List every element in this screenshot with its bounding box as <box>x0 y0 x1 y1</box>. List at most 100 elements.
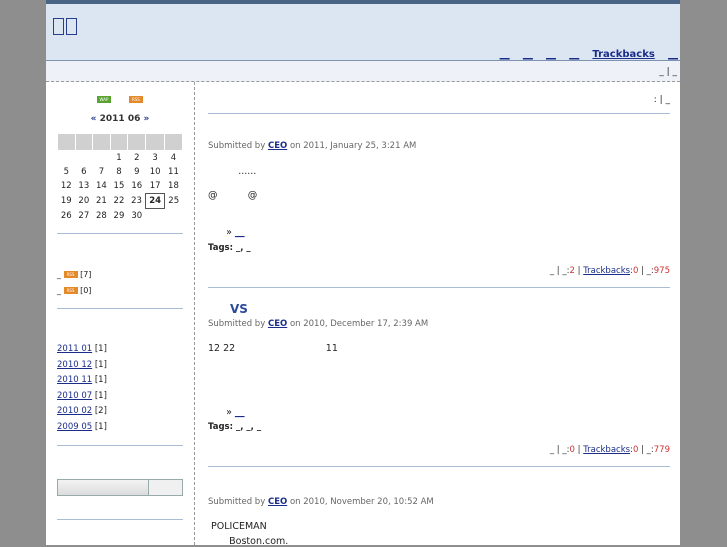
wap-badge[interactable]: WAP <box>97 96 111 103</box>
calendar-empty <box>93 151 111 166</box>
calendar-next[interactable]: » <box>144 114 150 124</box>
post-author-link[interactable]: CEO <box>268 141 287 151</box>
post-divider <box>208 287 670 288</box>
category-count: [0] <box>80 286 92 295</box>
category-item[interactable]: _ RSS [0] <box>57 286 91 295</box>
archive-count: [1] <box>92 344 107 354</box>
category-label[interactable]: _ <box>57 286 61 295</box>
category-item[interactable]: _ RSS [7] <box>57 270 91 279</box>
post-divider <box>208 113 670 114</box>
nav-link-2[interactable]: __ <box>523 49 533 60</box>
nav-link-6[interactable]: __ <box>668 49 678 60</box>
calendar-day[interactable]: 22 <box>110 194 128 209</box>
calendar-week: 1234 <box>58 151 183 166</box>
calendar-day[interactable]: 6 <box>75 165 93 179</box>
calendar-prev[interactable]: « <box>91 114 97 124</box>
post-title[interactable]: VS <box>230 302 248 316</box>
category-count: [7] <box>80 270 92 279</box>
page: __ __ __ __ Trackbacks __ _ | _ WAP RSS … <box>46 0 680 547</box>
category-rss-icon[interactable]: RSS <box>63 287 78 294</box>
archive-link[interactable]: 2010 07 <box>57 391 92 401</box>
calendar-day[interactable]: 30 <box>128 209 146 224</box>
view-count: 779 <box>653 445 670 455</box>
calendar-day[interactable]: 24 <box>145 193 165 209</box>
post-body-line: ...... <box>208 166 257 177</box>
calendar-day[interactable]: 5 <box>58 165 76 179</box>
calendar-header: « 2011 06 » <box>46 114 194 124</box>
nav-link-3[interactable]: __ <box>546 49 556 60</box>
calendar-day[interactable]: 7 <box>93 165 111 179</box>
calendar-day[interactable]: 19 <box>58 194 76 209</box>
calendar-day[interactable]: 20 <box>75 194 93 209</box>
calendar-title: 2011 06 <box>99 114 141 124</box>
archive-item: 2010 07 [1] <box>57 391 107 401</box>
post-body-line: @ @ <box>208 190 258 201</box>
site-logo[interactable] <box>53 16 79 40</box>
calendar-day[interactable]: 12 <box>58 179 76 194</box>
calendar-day[interactable]: 11 <box>164 165 182 179</box>
archive-link[interactable]: 2010 11 <box>57 375 92 385</box>
search-input[interactable] <box>57 479 149 496</box>
archive-item: 2010 11 [1] <box>57 375 107 385</box>
subbar-links[interactable]: _ | _ <box>659 67 677 77</box>
calendar-day[interactable]: 2 <box>128 151 146 166</box>
calendar-day[interactable]: 17 <box>146 179 165 194</box>
archive-count: [1] <box>92 421 107 432</box>
archive-link[interactable]: 2009 05 <box>57 422 92 432</box>
calendar-empty <box>164 209 182 224</box>
post-author-link[interactable]: CEO <box>268 497 287 507</box>
calendar-empty <box>75 151 93 166</box>
archive-item: 2011 01 [1] <box>57 344 107 354</box>
calendar-day[interactable]: 13 <box>75 179 93 194</box>
category-rss-icon[interactable]: RSS <box>63 271 78 278</box>
top-nav: __ __ __ __ Trackbacks __ <box>490 49 678 60</box>
calendar-day[interactable]: 1 <box>110 151 128 166</box>
calendar-day[interactable]: 15 <box>110 179 128 194</box>
trackbacks-link[interactable]: Trackbacks <box>583 445 630 455</box>
sidebar-divider <box>57 308 183 309</box>
calendar-day[interactable]: 23 <box>128 194 146 209</box>
calendar-day[interactable]: 9 <box>128 165 146 179</box>
archive-link[interactable]: 2011 01 <box>57 344 92 354</box>
post-body-line: Boston.com. <box>208 536 289 547</box>
trackbacks-link[interactable]: Trackbacks <box>583 266 630 276</box>
post-body-line: 12 22 11 <box>208 343 338 354</box>
calendar-day[interactable]: 10 <box>146 165 165 179</box>
sub-bar: _ | _ <box>46 61 680 82</box>
calendar-day[interactable]: 3 <box>146 151 165 166</box>
calendar-week: 26 27 28 29 30 <box>58 209 183 224</box>
category-label[interactable]: _ <box>57 270 61 279</box>
archive-item: 2010 02 [2] <box>57 406 107 416</box>
nav-link-1[interactable]: __ <box>500 49 510 60</box>
archive-item: 2010 12 [1] <box>57 360 107 370</box>
rss-badge[interactable]: RSS <box>128 96 143 103</box>
main-top-links[interactable]: : | _ <box>654 95 670 105</box>
calendar-day[interactable]: 16 <box>128 179 146 194</box>
search-button[interactable] <box>148 479 183 496</box>
calendar-day[interactable]: 21 <box>93 194 111 209</box>
calendar-day[interactable]: 28 <box>93 209 111 224</box>
nav-link-trackbacks[interactable]: Trackbacks <box>592 49 654 60</box>
view-count: 975 <box>653 266 670 276</box>
archive-link[interactable]: 2010 02 <box>57 406 92 416</box>
calendar-day[interactable]: 8 <box>110 165 128 179</box>
calendar-day[interactable]: 27 <box>75 209 93 224</box>
post-author-link[interactable]: CEO <box>268 319 287 329</box>
archive-count: [1] <box>92 359 107 370</box>
archive-item: 2009 05 [1] <box>57 422 107 432</box>
read-more-link[interactable]: __ <box>235 407 245 418</box>
post-divider <box>208 466 670 467</box>
calendar-week: 12 13 14 15 16 17 18 <box>58 179 183 194</box>
post-tags: Tags: _, _, _ <box>208 422 262 432</box>
calendar-day[interactable]: 4 <box>164 151 182 166</box>
calendar: 1 2 3 4 5 6 7 8 9 10 11 12 13 14 15 16 17 18 19 20 21 22 23 24 2… <box>57 133 184 224</box>
post-footer: _ | _:0 | Trackbacks:0 | _:779 <box>549 445 670 455</box>
nav-link-4[interactable]: __ <box>569 49 579 60</box>
archive-link[interactable]: 2010 12 <box>57 360 92 370</box>
calendar-day[interactable]: 29 <box>110 209 128 224</box>
calendar-day[interactable]: 26 <box>58 209 76 224</box>
calendar-day[interactable]: 14 <box>93 179 111 194</box>
calendar-day[interactable]: 18 <box>164 179 182 194</box>
read-more-link[interactable]: __ <box>235 227 245 238</box>
calendar-day[interactable]: 25 <box>164 194 182 209</box>
